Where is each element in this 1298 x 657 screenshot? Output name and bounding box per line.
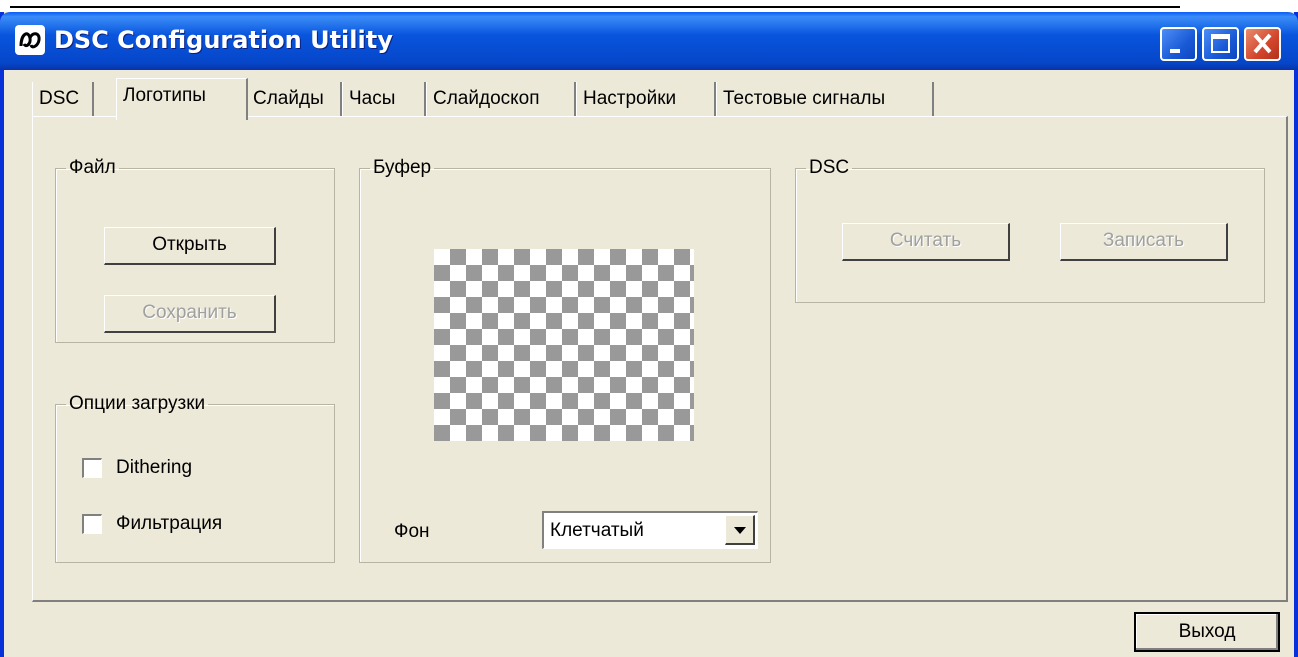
tab-settings[interactable]: Настройки xyxy=(576,82,716,116)
tab-clock[interactable]: Часы xyxy=(342,82,426,116)
app-logo-icon xyxy=(15,25,45,55)
maximize-button[interactable] xyxy=(1202,27,1239,61)
filter-checkbox-row[interactable]: Фильтрация xyxy=(82,513,222,535)
dithering-label: Dithering xyxy=(116,457,193,478)
tab-dsc[interactable]: DSC xyxy=(32,82,94,116)
load-options-group: Опции загрузки Dithering Фильтрация xyxy=(55,393,335,563)
maximize-icon xyxy=(1211,34,1230,53)
read-button[interactable]: Считать xyxy=(842,223,1010,261)
close-button[interactable] xyxy=(1244,27,1281,61)
tab-label: Слайды xyxy=(253,88,324,109)
tab-label: Тестовые сигналы xyxy=(723,88,886,109)
buffer-group-title: Буфер xyxy=(373,157,432,178)
tab-test-signals[interactable]: Тестовые сигналы xyxy=(716,82,934,116)
save-button[interactable]: Сохранить xyxy=(104,295,276,333)
open-button[interactable]: Открыть xyxy=(104,227,276,265)
tab-slides[interactable]: Слайды xyxy=(246,82,342,116)
tab-label: Слайдоскоп xyxy=(433,88,540,109)
exit-button[interactable]: Выход xyxy=(1134,612,1280,652)
tab-label: DSC xyxy=(39,88,80,109)
background-select[interactable]: Клетчатый xyxy=(542,511,758,549)
dsc-group: DSC Считать Записать xyxy=(795,157,1265,303)
minimize-icon xyxy=(1170,49,1180,53)
tab-label: Логотипы xyxy=(123,85,206,106)
write-button[interactable]: Записать xyxy=(1060,223,1228,261)
chevron-down-icon[interactable] xyxy=(725,515,755,545)
tab-label: Часы xyxy=(349,88,396,109)
window-title: DSC Configuration Utility xyxy=(54,26,393,54)
file-group-title: Файл xyxy=(69,157,116,178)
filter-checkbox[interactable] xyxy=(82,514,102,534)
title-bar[interactable]: DSC Configuration Utility xyxy=(0,12,1298,70)
background-label: Фон xyxy=(394,521,430,542)
background-select-value: Клетчатый xyxy=(550,520,644,541)
minimize-button[interactable] xyxy=(1160,27,1197,61)
logo-preview-canvas xyxy=(434,249,694,441)
dithering-checkbox-row[interactable]: Dithering xyxy=(82,457,192,479)
tab-label: Настройки xyxy=(583,88,677,109)
close-icon xyxy=(1253,33,1272,54)
dithering-checkbox[interactable] xyxy=(82,458,102,478)
load-options-title: Опции загрузки xyxy=(69,393,206,414)
buffer-group: Буфер Фон Клетчатый xyxy=(359,157,771,563)
filter-label: Фильтрация xyxy=(116,513,223,534)
file-group: Файл Открыть Сохранить xyxy=(55,157,335,343)
tab-logos[interactable]: Логотипы xyxy=(116,78,248,120)
dsc-group-title: DSC xyxy=(809,157,850,178)
tab-slideshow[interactable]: Слайдоскоп xyxy=(426,82,576,116)
tab-panel-logos: Файл Открыть Сохранить Опции загрузки Di… xyxy=(32,116,1288,602)
app-window: DSC Configuration Utility DSC Логотипы С… xyxy=(0,12,1298,657)
top-divider-line xyxy=(10,6,1180,8)
